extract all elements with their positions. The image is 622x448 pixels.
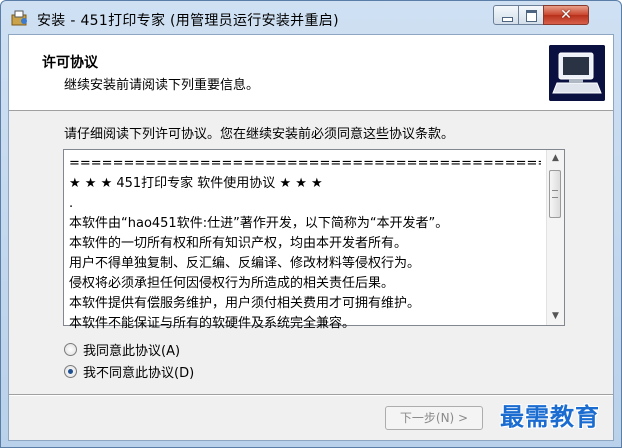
accept-radio[interactable]: 我同意此协议(A)	[64, 340, 180, 359]
license-line: 本软件的一切所有权和所有知识产权，均由本开发者所有。	[69, 236, 408, 251]
license-line: .	[69, 196, 74, 211]
intro-text: 请仔细阅读下列许可协议。您在继续安装前必须同意这些协议条款。	[64, 127, 455, 142]
computer-install-icon	[549, 45, 605, 101]
decline-label[interactable]: 我不同意此协议(D)	[83, 366, 194, 381]
footer-divider	[9, 394, 613, 396]
license-line: 本软件不能保证与所有的软硬件及系统完全兼容。	[69, 316, 356, 331]
license-line: 侵权将必须承担任何因侵权行为所造成的相关责任后果。	[69, 276, 395, 291]
license-line: 用户不得单独复制、反汇编、反编译、修改材料等侵权行为。	[69, 256, 421, 271]
license-line: 本软件提供有偿服务维护，用户须付相关费用才可拥有维护。	[69, 296, 421, 311]
minimize-button[interactable]	[493, 5, 519, 25]
scrollbar-thumb[interactable]	[549, 170, 561, 218]
page-title: 许可协议	[42, 55, 98, 71]
installer-window: 安装 - 451打印专家 (用管理员运行安装并重启) ✕ 许可协议 继续安装前请…	[0, 0, 622, 448]
close-icon: ✕	[560, 7, 572, 23]
title-bar[interactable]: 安装 - 451打印专家 (用管理员运行安装并重启) ✕	[1, 1, 621, 35]
license-line: ========================================…	[69, 156, 541, 171]
license-text[interactable]: ========================================…	[69, 154, 541, 334]
wizard-client: 许可协议 继续安装前请阅读下列重要信息。 请仔细阅读下列许可协议。您在继续安装前…	[8, 34, 614, 441]
license-line: ★ ★ ★ 451打印专家 软件使用协议 ★ ★ ★	[69, 176, 323, 191]
maximize-button[interactable]	[518, 5, 544, 25]
wizard-header: 许可协议 继续安装前请阅读下列重要信息。	[9, 35, 613, 111]
radio-checked-icon[interactable]	[64, 365, 77, 378]
scroll-up-icon[interactable]: ▲	[547, 150, 564, 167]
watermark-logo: 最需教育	[500, 402, 600, 431]
next-button[interactable]: 下一步(N) >	[385, 406, 483, 430]
decline-radio[interactable]: 我不同意此协议(D)	[64, 362, 194, 381]
radio-unchecked-icon[interactable]	[64, 343, 77, 356]
accept-label[interactable]: 我同意此协议(A)	[83, 344, 180, 359]
installer-app-icon	[11, 10, 27, 26]
license-line: 本软件由“hao451软件:仕进”著作开发，以下简称为“本开发者”。	[69, 216, 449, 231]
license-textbox[interactable]: ========================================…	[63, 149, 565, 331]
license-scrollbar[interactable]: ▲ ▼	[546, 150, 564, 325]
scroll-down-icon[interactable]: ▼	[547, 308, 564, 325]
window-title: 安装 - 451打印专家 (用管理员运行安装并重启)	[37, 13, 339, 29]
page-subtitle: 继续安装前请阅读下列重要信息。	[64, 78, 260, 93]
close-button[interactable]: ✕	[543, 5, 589, 25]
